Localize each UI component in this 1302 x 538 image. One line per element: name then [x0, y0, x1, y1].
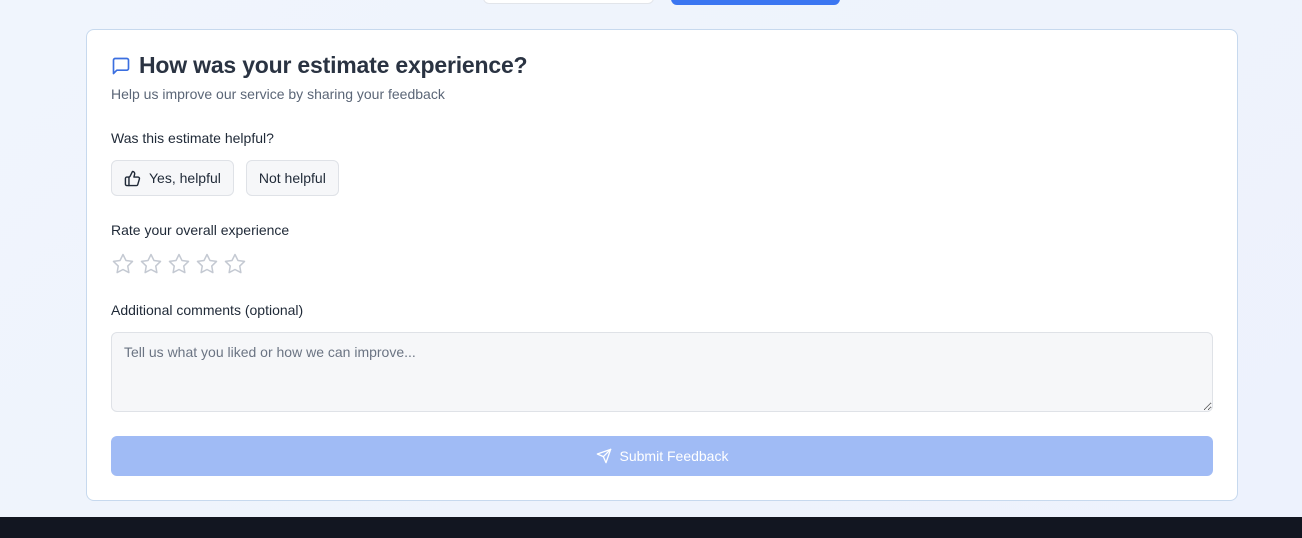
star-icon[interactable] — [139, 252, 163, 276]
submit-feedback-button[interactable]: Submit Feedback — [111, 436, 1213, 476]
star-icon[interactable] — [167, 252, 191, 276]
feedback-subtitle: Help us improve our service by sharing y… — [111, 86, 445, 102]
star-icon[interactable] — [111, 252, 135, 276]
star-rating — [111, 252, 247, 276]
feedback-card: How was your estimate experience? Help u… — [86, 29, 1238, 501]
submit-feedback-label: Submit Feedback — [619, 448, 729, 464]
not-helpful-button[interactable]: Not helpful — [245, 160, 339, 196]
send-icon — [596, 448, 612, 464]
feedback-header: How was your estimate experience? — [111, 52, 528, 79]
comments-label: Additional comments (optional) — [111, 302, 304, 318]
thumbs-up-icon — [124, 170, 141, 187]
helpful-question-label: Was this estimate helpful? — [111, 130, 274, 146]
helpful-choice-group: Yes, helpful Not helpful — [111, 160, 339, 196]
top-secondary-button[interactable] — [483, 0, 654, 4]
message-square-icon — [111, 56, 131, 76]
not-helpful-label: Not helpful — [258, 170, 326, 186]
yes-helpful-button[interactable]: Yes, helpful — [111, 160, 234, 196]
rating-label: Rate your overall experience — [111, 222, 290, 238]
comments-textarea[interactable] — [111, 332, 1213, 412]
feedback-title: How was your estimate experience? — [139, 52, 528, 78]
star-icon[interactable] — [195, 252, 219, 276]
footer-bar — [0, 517, 1302, 538]
star-icon[interactable] — [223, 252, 247, 276]
yes-helpful-label: Yes, helpful — [149, 170, 221, 186]
top-primary-button[interactable] — [671, 0, 840, 5]
